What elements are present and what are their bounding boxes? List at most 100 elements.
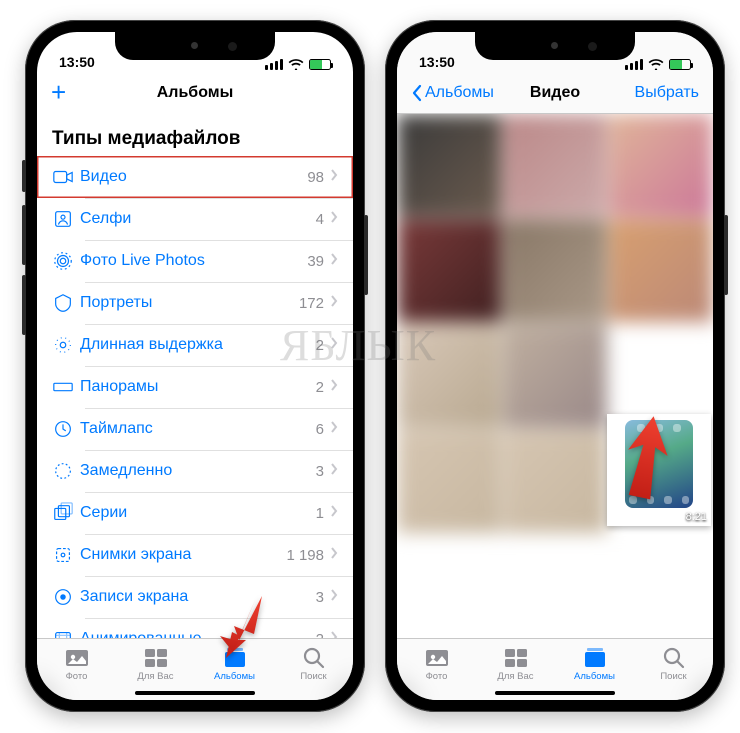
wifi-icon — [648, 58, 664, 70]
battery-icon — [669, 59, 691, 70]
chevron-right-icon — [330, 462, 338, 480]
row-count: 1 — [316, 505, 324, 522]
tab-bar: Фото Для Вас Альбомы Поиск — [397, 638, 713, 700]
media-type-row-longexp[interactable]: Длинная выдержка 2 — [37, 324, 353, 366]
media-type-row-video[interactable]: Видео 98 — [37, 156, 353, 198]
tab-label: Для Вас — [137, 671, 173, 682]
pano-icon — [52, 376, 80, 398]
media-type-row-selfie[interactable]: Селфи 4 — [37, 198, 353, 240]
row-label: Селфи — [80, 210, 316, 228]
row-label: Видео — [80, 168, 307, 186]
live-icon — [52, 250, 80, 272]
media-type-row-live[interactable]: Фото Live Photos 39 — [37, 240, 353, 282]
chevron-right-icon — [330, 210, 338, 228]
screenrec-icon — [52, 586, 80, 608]
row-label: Замедленно — [80, 462, 316, 480]
photos-tab-icon — [64, 645, 90, 669]
notch — [475, 32, 635, 60]
portrait-icon — [52, 292, 80, 314]
media-type-row-animated[interactable]: Анимированные 2 — [37, 618, 353, 638]
row-count: 2 — [316, 379, 324, 396]
row-count: 6 — [316, 421, 324, 438]
tab-label: Альбомы — [214, 671, 255, 682]
row-label: Анимированные — [80, 630, 316, 638]
foryou-tab-icon — [143, 645, 169, 669]
screenshot-icon — [52, 544, 80, 566]
back-button[interactable]: Альбомы — [411, 84, 494, 102]
screen-right: 13:50 Альбомы Видео Выбрать — [397, 32, 713, 700]
tab-label: Для Вас — [497, 671, 533, 682]
status-time: 13:50 — [419, 54, 455, 70]
add-button[interactable]: + — [51, 77, 66, 108]
animated-icon — [52, 628, 80, 638]
row-label: Снимки экрана — [80, 546, 286, 564]
search-tab-icon — [661, 645, 687, 669]
chevron-right-icon — [330, 588, 338, 606]
media-type-row-burst[interactable]: Серии 1 — [37, 492, 353, 534]
chevron-right-icon — [330, 546, 338, 564]
row-label: Длинная выдержка — [80, 336, 316, 354]
status-time: 13:50 — [59, 54, 95, 70]
chevron-right-icon — [330, 420, 338, 438]
home-indicator[interactable] — [135, 691, 255, 695]
row-label: Портреты — [80, 294, 299, 312]
slomo-icon — [52, 460, 80, 482]
foryou-tab-icon — [503, 645, 529, 669]
wifi-icon — [288, 58, 304, 70]
chevron-right-icon — [330, 168, 338, 186]
row-count: 39 — [307, 253, 324, 270]
annotation-arrow-right — [615, 412, 685, 507]
row-count: 98 — [307, 169, 324, 186]
video-grid-content[interactable]: 8:21 — [397, 114, 713, 638]
chevron-right-icon — [330, 336, 338, 354]
tab-bar: Фото Для Вас Альбомы Поиск — [37, 638, 353, 700]
chevron-right-icon — [330, 378, 338, 396]
nav-bar: Альбомы Видео Выбрать — [397, 72, 713, 114]
screen-left: 13:50 + Альбомы Типы медиафайлов Видео 9… — [37, 32, 353, 700]
selfie-icon — [52, 208, 80, 230]
tab-label: Фото — [426, 671, 448, 682]
tab-label: Поиск — [660, 671, 686, 682]
tab-photos[interactable]: Фото — [37, 645, 116, 682]
section-header-mediatypes: Типы медиафайлов — [37, 114, 353, 156]
annotation-arrow-left — [208, 592, 268, 667]
home-indicator[interactable] — [495, 691, 615, 695]
video-grid-blurred — [397, 114, 713, 638]
tab-label: Альбомы — [574, 671, 615, 682]
phone-frame-right: 13:50 Альбомы Видео Выбрать — [385, 20, 725, 712]
row-count: 4 — [316, 211, 324, 228]
media-type-row-timelapse[interactable]: Таймлапс 6 — [37, 408, 353, 450]
albums-content[interactable]: Типы медиафайлов Видео 98 Селфи 4 Фото L… — [37, 114, 353, 638]
video-icon — [52, 166, 80, 188]
tab-label: Поиск — [300, 671, 326, 682]
media-type-row-portrait[interactable]: Портреты 172 — [37, 282, 353, 324]
tab-search[interactable]: Поиск — [274, 645, 353, 682]
signal-icon — [265, 59, 283, 70]
tab-foryou[interactable]: Для Вас — [116, 645, 195, 682]
chevron-left-icon — [411, 84, 423, 102]
nav-title: Альбомы — [157, 84, 234, 102]
row-count: 1 198 — [286, 547, 324, 564]
chevron-right-icon — [330, 294, 338, 312]
tab-search[interactable]: Поиск — [634, 645, 713, 682]
tab-foryou[interactable]: Для Вас — [476, 645, 555, 682]
media-type-row-pano[interactable]: Панорамы 2 — [37, 366, 353, 408]
notch — [115, 32, 275, 60]
row-label: Серии — [80, 504, 316, 522]
tab-photos[interactable]: Фото — [397, 645, 476, 682]
nav-bar: + Альбомы — [37, 72, 353, 114]
row-label: Панорамы — [80, 378, 316, 396]
media-type-row-screenshot[interactable]: Снимки экрана 1 198 — [37, 534, 353, 576]
phone-frame-left: 13:50 + Альбомы Типы медиафайлов Видео 9… — [25, 20, 365, 712]
signal-icon — [625, 59, 643, 70]
chevron-right-icon — [330, 252, 338, 270]
tab-albums[interactable]: Альбомы — [555, 645, 634, 682]
select-button[interactable]: Выбрать — [635, 84, 699, 102]
row-label: Фото Live Photos — [80, 252, 307, 270]
row-count: 2 — [316, 631, 324, 639]
media-type-row-slomo[interactable]: Замедленно 3 — [37, 450, 353, 492]
media-type-row-screenrec[interactable]: Записи экрана 3 — [37, 576, 353, 618]
albums-tab-icon — [582, 645, 608, 669]
burst-icon — [52, 502, 80, 524]
battery-icon — [309, 59, 331, 70]
